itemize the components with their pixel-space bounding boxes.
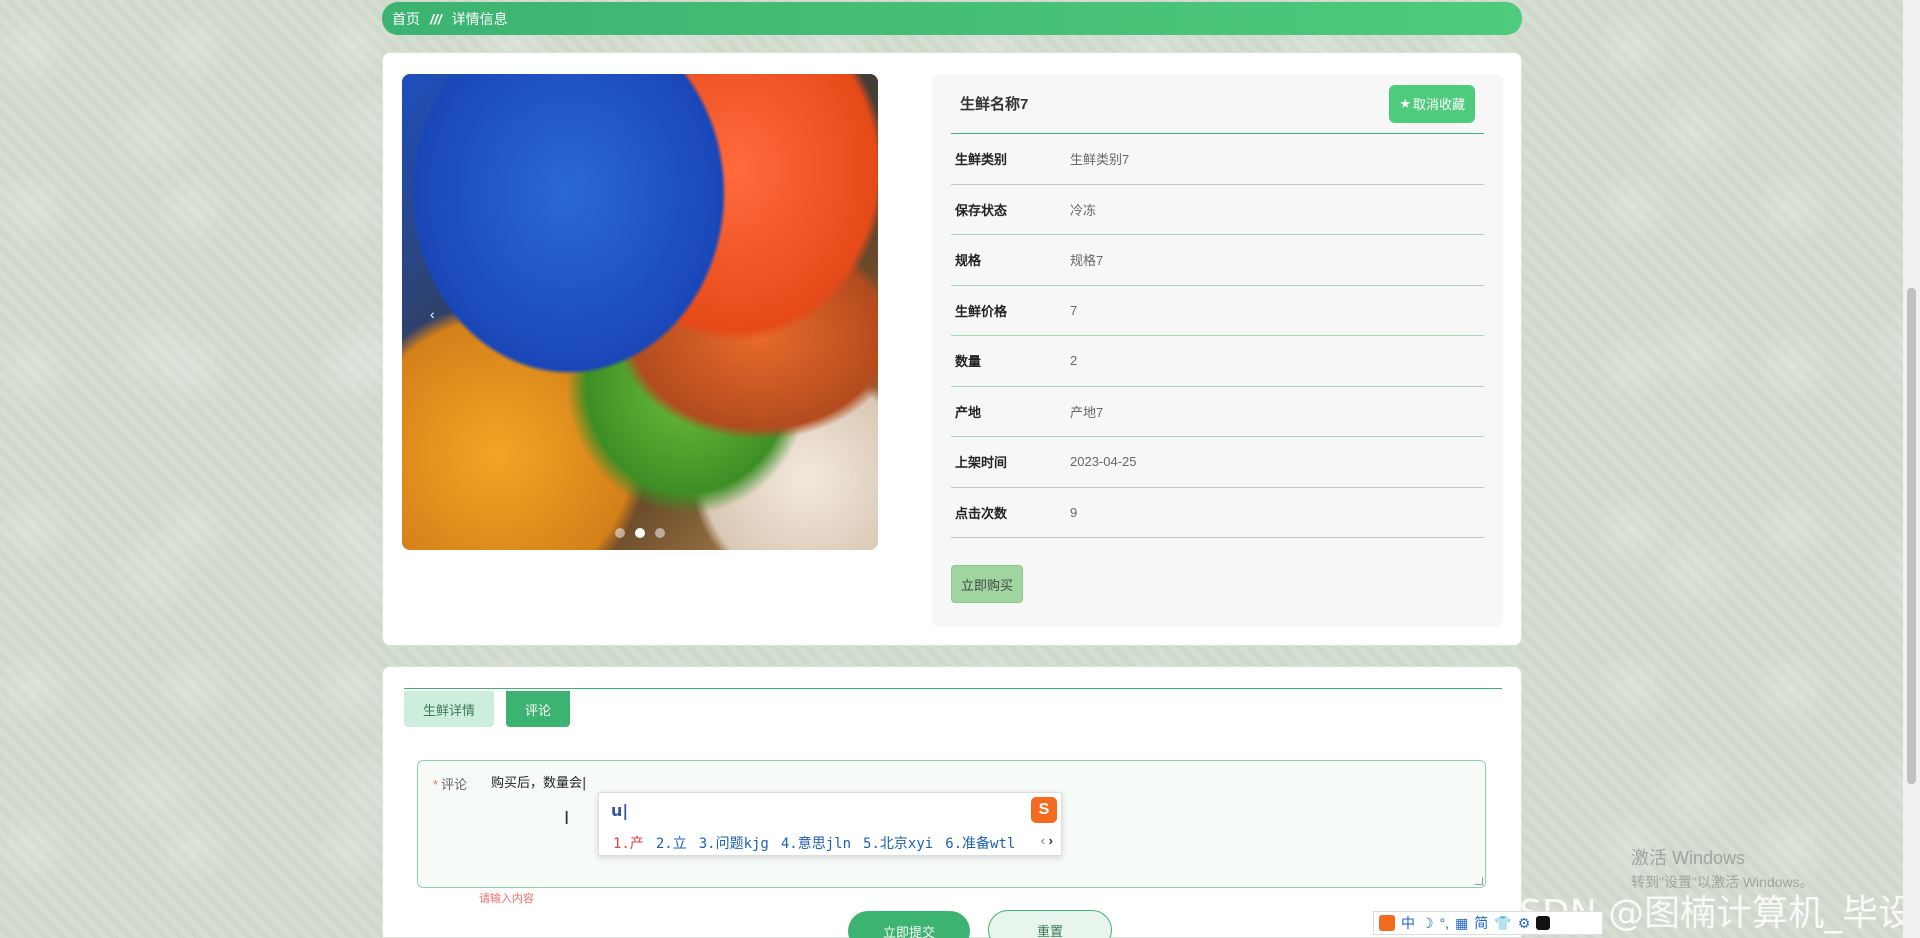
- field-value: 2: [1070, 353, 1078, 369]
- tab-product-details[interactable]: 生鲜详情: [404, 691, 494, 727]
- page-scrollbar[interactable]: [1903, 0, 1920, 938]
- field-row: 生鲜类别 生鲜类别7: [951, 134, 1484, 185]
- required-mark: *: [433, 777, 439, 792]
- ime-prev-icon[interactable]: ‹: [1041, 833, 1045, 848]
- field-value: 9: [1070, 504, 1078, 520]
- product-detail-card: ‹ 生鲜名称7 ★ 取消收藏 生鲜类别 生鲜类别7 保存状态 冷冻 规格 规格7…: [382, 52, 1522, 646]
- text-cursor-icon: I: [564, 808, 570, 829]
- field-row: 点击次数 9: [951, 488, 1484, 538]
- ime-candidate-list: 1.产 2.立 3.问题kjg 4.意思jln 5.北京xyi 6.准备wtl: [613, 833, 1015, 853]
- ime-next-icon[interactable]: ›: [1049, 833, 1053, 848]
- field-value: 生鲜类别7: [1070, 152, 1130, 168]
- field-value: 2023-04-25: [1070, 454, 1137, 470]
- field-row: 生鲜价格 7: [951, 286, 1484, 336]
- carousel-dot-1[interactable]: [615, 528, 625, 538]
- field-row: 上架时间 2023-04-25: [951, 437, 1484, 488]
- comment-input-text[interactable]: 购买后，数量会|: [491, 772, 586, 791]
- scrollbar-thumb[interactable]: [1907, 288, 1916, 784]
- reset-button[interactable]: 重置: [988, 910, 1112, 938]
- keyboard-icon[interactable]: ▦: [1455, 915, 1468, 932]
- field-row: 规格 规格7: [951, 235, 1484, 286]
- field-label: 点击次数: [955, 505, 1008, 521]
- buy-now-button[interactable]: 立即购买: [951, 565, 1023, 603]
- carousel-prev-icon[interactable]: ‹: [430, 306, 435, 322]
- skin-icon[interactable]: 👕: [1494, 915, 1511, 932]
- field-label: 上架时间: [955, 455, 1008, 471]
- breadcrumb-current: 详情信息: [451, 10, 508, 27]
- breadcrumb-separator: ///: [430, 10, 442, 27]
- ime-candidate[interactable]: 4.意思jln: [781, 833, 851, 853]
- field-value: 7: [1070, 302, 1078, 318]
- field-label: 生鲜类别: [955, 152, 1008, 168]
- tiktok-icon[interactable]: [1536, 916, 1551, 930]
- ime-candidate-popup: u| S 1.产 2.立 3.问题kjg 4.意思jln 5.北京xyi 6.准…: [598, 792, 1062, 856]
- punctuation-icon[interactable]: °,: [1440, 915, 1450, 931]
- star-icon: ★: [1399, 95, 1411, 111]
- ime-logo-icon: S: [1031, 797, 1057, 823]
- field-label: 规格: [955, 253, 982, 269]
- moon-icon[interactable]: ☽: [1421, 915, 1434, 932]
- product-image-carousel[interactable]: ‹: [402, 74, 878, 550]
- windows-activation-title: 激活 Windows: [1631, 848, 1746, 868]
- comment-label: * 评论: [433, 774, 467, 793]
- sogou-logo-icon[interactable]: [1379, 915, 1395, 931]
- carousel-dot-2[interactable]: [635, 528, 645, 538]
- ime-composition: u|: [611, 801, 629, 820]
- ime-mode-simplified[interactable]: 简: [1474, 913, 1488, 933]
- field-row: 保存状态 冷冻: [951, 185, 1484, 235]
- field-value: 冷冻: [1070, 202, 1097, 218]
- product-name: 生鲜名称7: [960, 96, 1029, 113]
- field-label: 产地: [955, 404, 982, 420]
- field-value: 产地7: [1070, 404, 1104, 420]
- field-row: 数量 2: [951, 336, 1484, 387]
- field-value: 规格7: [1070, 253, 1104, 269]
- product-fields: 生鲜类别 生鲜类别7 保存状态 冷冻 规格 规格7 生鲜价格 7 数量 2 产地…: [951, 134, 1484, 538]
- product-info-panel: 生鲜名称7 ★ 取消收藏 生鲜类别 生鲜类别7 保存状态 冷冻 规格 规格7 生…: [932, 74, 1503, 627]
- ime-candidate[interactable]: 1.产: [613, 833, 644, 853]
- ime-mode-chinese[interactable]: 中: [1401, 913, 1415, 933]
- ime-candidate[interactable]: 3.问题kjg: [699, 833, 769, 853]
- breadcrumb-home-link[interactable]: 首页: [392, 9, 420, 29]
- unfavorite-button[interactable]: ★ 取消收藏: [1389, 84, 1475, 123]
- field-label: 生鲜价格: [955, 303, 1008, 319]
- field-label: 数量: [955, 354, 982, 370]
- comment-label-text: 评论: [441, 777, 468, 792]
- product-info-header: 生鲜名称7 ★ 取消收藏: [951, 74, 1484, 134]
- tab-bar: 生鲜详情 评论: [404, 688, 1502, 728]
- field-label: 保存状态: [955, 202, 1008, 218]
- ime-page-nav: ‹ ›: [1041, 833, 1053, 848]
- ime-status-bar[interactable]: 中 ☽ °, ▦ 简 👕 ⚙: [1373, 911, 1603, 935]
- field-row: 产地 产地7: [951, 387, 1484, 437]
- settings-gear-icon[interactable]: ⚙: [1518, 915, 1531, 932]
- comment-error-message: 请输入内容: [479, 893, 534, 905]
- ime-candidate[interactable]: 2.立: [656, 833, 687, 853]
- submit-comment-button[interactable]: 立即提交: [848, 911, 970, 938]
- textarea-resize-handle[interactable]: [1475, 877, 1483, 885]
- ime-candidate[interactable]: 6.准备wtl: [945, 833, 1015, 853]
- carousel-dot-3[interactable]: [655, 528, 665, 538]
- ime-candidate[interactable]: 5.北京xyi: [863, 833, 933, 853]
- breadcrumb: 首页 /// 详情信息: [382, 2, 1522, 35]
- tab-comments[interactable]: 评论: [506, 691, 570, 727]
- unfavorite-label: 取消收藏: [1412, 97, 1465, 112]
- carousel-indicators: [402, 528, 878, 538]
